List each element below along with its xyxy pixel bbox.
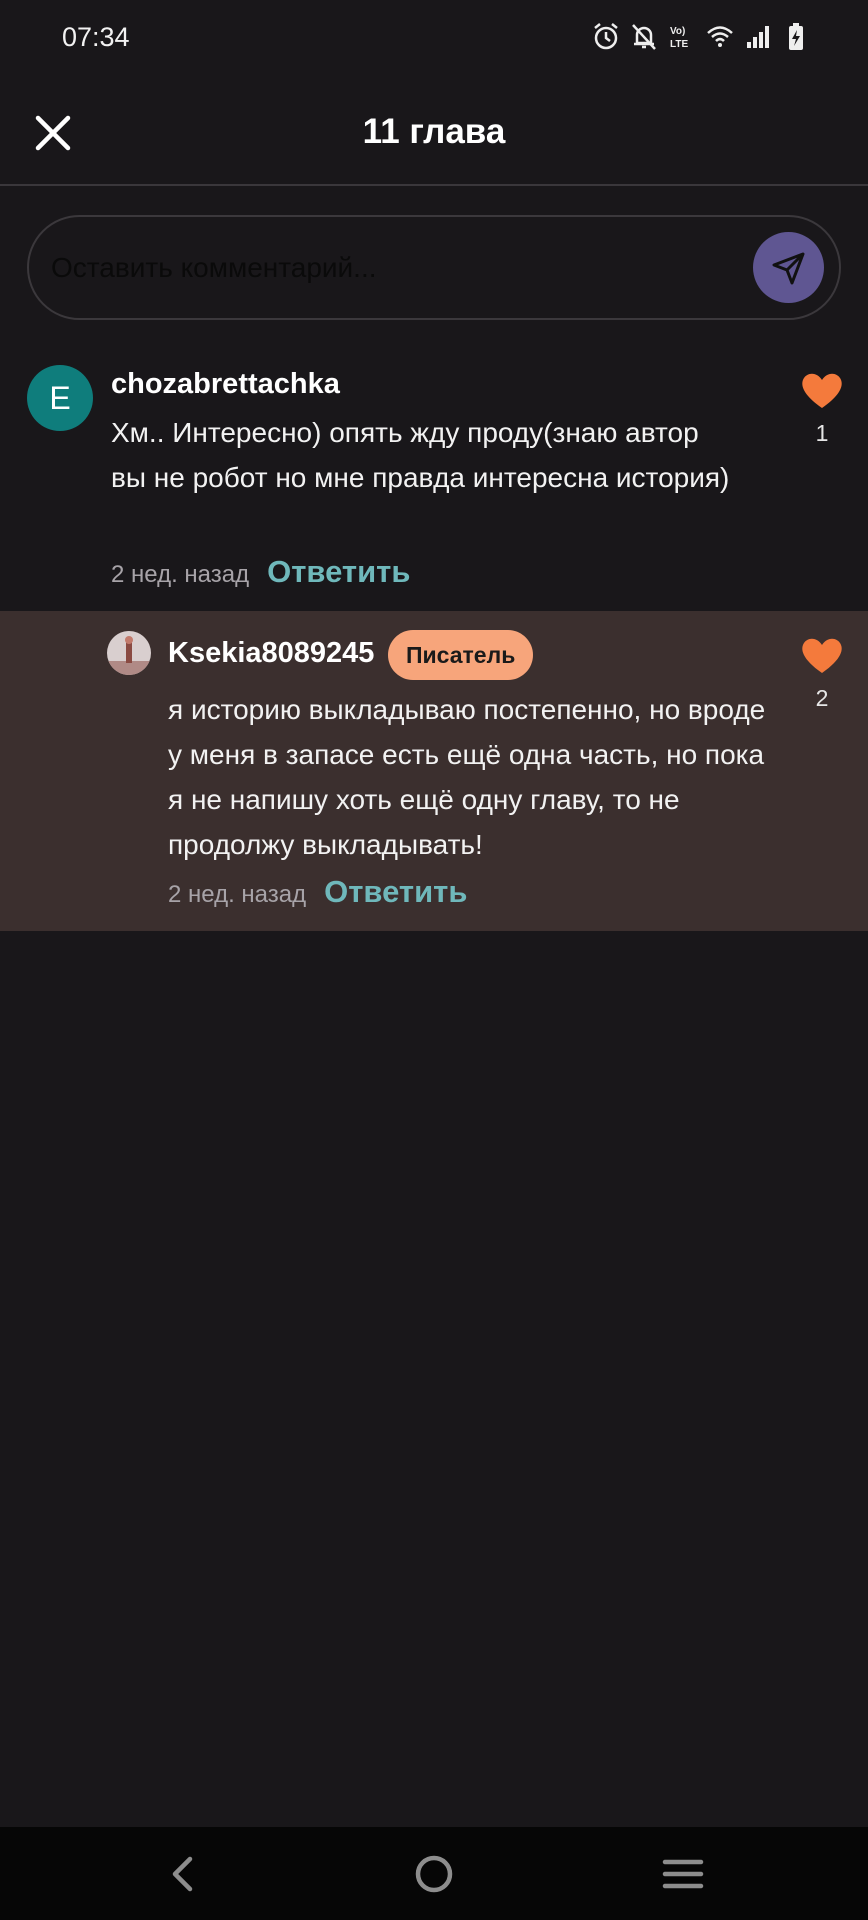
reply-button[interactable]: Ответить [324,874,467,910]
back-icon[interactable] [158,1849,208,1899]
mute-icon [632,24,656,50]
comment-box [27,215,841,320]
like-count: 1 [815,420,829,446]
comment-text: Хм.. Интересно) опять жду проду(знаю авт… [111,417,730,493]
like-count: 2 [815,685,829,711]
like-button[interactable]: 1 [798,370,846,447]
avatar-image [107,631,151,675]
reply-comment-item: Ksekia8089245 Писатель я историю выклады… [0,611,868,931]
home-icon[interactable] [409,1849,459,1899]
navigation-bar [0,1827,868,1920]
heart-icon [802,373,842,408]
status-time: 07:34 [62,22,130,52]
signal-icon [747,26,769,48]
wifi-icon [707,26,733,47]
comments-screen: 07:34 Vo) LTE 11 глава Оставить коммента… [0,0,868,1920]
status-bar: 07:34 Vo) LTE [0,0,868,80]
svg-text:Vo): Vo) [670,26,685,37]
comment-username[interactable]: chozabrettachka [111,368,340,401]
battery-charging-icon [789,23,803,50]
comment-time: 2 нед. назад [168,881,307,908]
writer-badge: Писатель [388,630,534,680]
header: 11 глава [0,80,868,186]
heart-icon [802,638,842,673]
avatar[interactable]: E [27,365,93,431]
comment-text: я историю выкладываю постепенно, но врод… [168,694,766,860]
comment-meta: 2 нед. назад Ответить [111,554,410,590]
send-icon [772,252,804,284]
like-button[interactable]: 2 [798,635,846,712]
recents-icon[interactable] [658,1849,708,1899]
comment-item: E chozabrettachka Хм.. Интересно) опять … [0,350,868,610]
comment-username[interactable]: Ksekia8089245 [168,637,374,670]
volte-icon: Vo) LTE [670,26,688,50]
status-icons: Vo) LTE [592,22,810,52]
avatar[interactable] [107,631,151,675]
send-button[interactable] [753,232,824,303]
comment-time: 2 нед. назад [111,561,250,588]
comment-meta: 2 нед. назад Ответить [168,874,467,910]
comment-input[interactable] [51,245,751,291]
alarm-icon [594,23,618,50]
page-title: 11 глава [362,112,506,151]
svg-text:LTE: LTE [670,39,688,50]
reply-button[interactable]: Ответить [267,554,410,590]
